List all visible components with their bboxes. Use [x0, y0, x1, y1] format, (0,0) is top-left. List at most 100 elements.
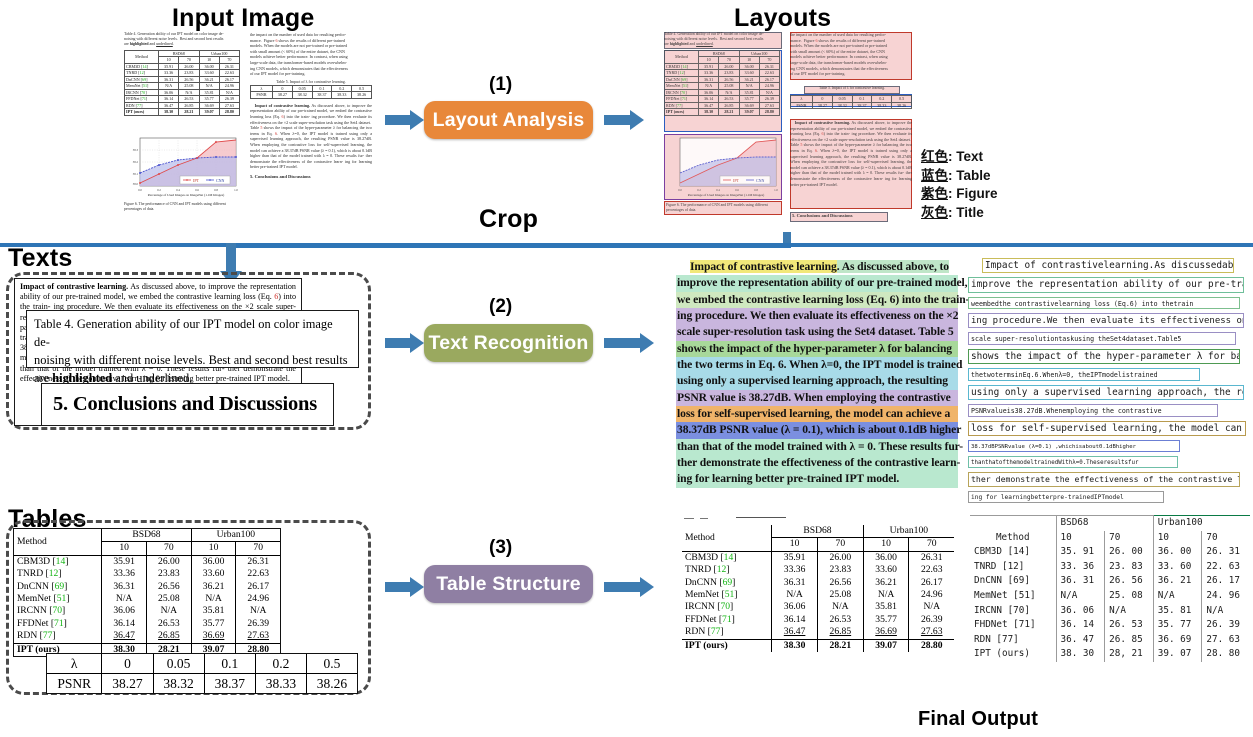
arrow-texts-to-text-recognition [385, 338, 410, 348]
final-cell-value: 36. 47 [1055, 632, 1105, 648]
page-title-texts: Texts [8, 244, 73, 272]
table-row: RDN [77] 36.47 26.85 36.69 27.63 [682, 626, 954, 640]
cell-value: N/A [862, 589, 909, 602]
final-cell-value: 24. 96 [1201, 588, 1250, 604]
final-cell-value: 26. 85 [1104, 632, 1154, 648]
legend-label-figure: Figure [956, 186, 998, 201]
final-cell-value: 26. 53 [1104, 618, 1154, 633]
table-row: TNRD [12] 33.36 23.83 33.60 22.63 [14, 568, 280, 581]
table-row: FFDNet [71] 36.14 26.53 35.77 26.39 [682, 613, 954, 627]
arrow-input-to-layout-analysis [385, 115, 410, 125]
svg-text:38.3: 38.3 [133, 148, 139, 152]
cell-value: 26.56 [145, 580, 192, 594]
table5-cell: 38.37 [203, 673, 256, 693]
final-cell-value: 36. 21 [1152, 574, 1202, 589]
cell-value: 36.14 [101, 617, 147, 631]
table-structure-residual-lines [682, 515, 954, 525]
section-heading-conclusions: 5. Conclusions and Discussions [250, 173, 311, 179]
table5-row: λ 0 0.05 0.1 0.2 0.5 [47, 654, 357, 674]
process-text-recognition[interactable]: Text Recognition [424, 324, 593, 362]
svg-text:0.6: 0.6 [735, 188, 739, 192]
arrow-head-layout-to-layouts [630, 110, 644, 130]
table5-row: PSNR 38.27 38.32 38.37 38.33 38.26 [47, 673, 357, 693]
legend-sep-0: : [948, 149, 957, 164]
header-bsd68: BSD68 [771, 525, 864, 539]
final-cell-value: 38. 30 [1055, 647, 1105, 662]
layout-doc-content-right: the impact on the number of used data fo… [790, 32, 913, 218]
final-output-table-wrap: BSD68 Urban100 Method 10 70 10 70 CBM3D [14] 35.… [970, 514, 1250, 662]
final-cell-method: IRCNN [70] [974, 604, 1030, 616]
table-row: IRCNN [70] 36.06 N/A 35.81 N/A [682, 601, 954, 614]
header-noise-level: 70 [908, 537, 954, 552]
cell-value: 36.14 [771, 613, 818, 627]
svg-text:IPT: IPT [193, 178, 200, 183]
process-table-structure[interactable]: Table Structure [424, 565, 593, 603]
cell-method: CBM3D [14] [14, 554, 102, 569]
ocr-text-line-box: shows the impact of the hyper-parameter … [968, 348, 1240, 365]
ocr-highlight-line: PSNR value is 38.27dB. When employing th… [676, 389, 958, 407]
ocr-highlight-line: we embed the contrastive learning loss (… [676, 291, 969, 309]
final-cell-value: 26. 00 [1104, 545, 1154, 560]
final-cell-value: 26. 39 [1201, 618, 1250, 633]
final-cell-method: RDN [77] [974, 633, 1019, 645]
cell-value: 33.36 [771, 564, 818, 577]
table-row: IPT (ours) 38.30 28.21 39.07 28.80 [682, 638, 954, 653]
cell-method: TNRD [12] [685, 564, 730, 576]
cell-value: 23.83 [145, 568, 192, 581]
cell-value: 36.00 [190, 554, 236, 569]
cell-value: 22.63 [908, 564, 954, 577]
table4-preview: Method BSD68 Urban100 10 70 10 70 CBM3D [14] 3… [124, 49, 241, 116]
final-header-noise-level: 10 [1055, 530, 1105, 546]
final-table-row: CBM3D [14] 35. 91 26. 00 36. 00 26. 31 [970, 545, 1250, 560]
cell-value: N/A [908, 601, 954, 614]
cell-value: 26.53 [145, 617, 192, 631]
ocr-highlight-line: loss for self-supervised learning, the m… [676, 406, 958, 423]
final-cell-value: 26. 56 [1104, 574, 1154, 589]
cell-value: N/A [771, 589, 818, 602]
arrow-head-tables-to-step3 [410, 577, 424, 597]
header-noise-level: 10 [101, 541, 147, 556]
legend-sep-1: : [948, 167, 957, 183]
final-header-row-groups: BSD68 Urban100 [970, 514, 1250, 531]
final-output-table: BSD68 Urban100 Method 10 70 10 70 CBM3D [14] 35.… [970, 514, 1250, 662]
final-header-urban100: Urban100 [1152, 514, 1250, 531]
cell-value: N/A [235, 605, 280, 618]
final-cell-value: 33. 36 [1055, 559, 1105, 575]
legend-item-figure: 紫色: Figure [921, 185, 998, 204]
header-noise-level: 70 [816, 537, 864, 552]
cell-value: 36.69 [862, 626, 909, 640]
ocr-recognized-text-lines: Impact of contrastivelearning.As discuss… [968, 258, 1252, 507]
table5-cell: 0.05 [152, 654, 205, 674]
cell-value: 36.21 [190, 580, 236, 594]
final-cell-value: 36. 69 [1152, 632, 1202, 648]
process-layout-analysis[interactable]: Layout Analysis [424, 101, 593, 139]
legend-item-table: 蓝色: Table [921, 167, 998, 186]
svg-text:Percentage of Used Images on I: Percentage of Used Images on ImageNet (1… [688, 193, 764, 197]
table4-snippet-grid: Method BSD68 Urban100 10 70 10 70 CBM3D [14] 35.… [14, 529, 280, 657]
page-title-input-image: Input Image [172, 4, 315, 32]
final-table-row: DnCNN [69] 36. 31 26. 56 36. 21 26. 17 [970, 574, 1250, 589]
final-cell-value: 35. 77 [1152, 618, 1202, 633]
table-structure-result: Method BSD68 Urban100 10 70 10 70 CBM3D [14] 35.… [682, 515, 954, 653]
ocr-text-line-box: ther demonstrate the effectiveness of th… [968, 472, 1240, 487]
svg-text:CNN: CNN [216, 178, 225, 183]
table5-cell: 0.5 [305, 654, 357, 674]
cell-value: 39.07 [862, 638, 909, 653]
cell-value: 26.17 [235, 580, 280, 594]
cell-method: RDN [77] [17, 630, 56, 642]
table-row: TNRD [12] 33.36 23.83 33.60 22.63 [682, 564, 954, 577]
ocr-text-line-box: using only a supervised learning approac… [968, 384, 1244, 401]
header-urban100: Urban100 [862, 525, 954, 539]
final-table-row: RDN [77] 36. 47 26. 85 36. 69 27. 63 [970, 632, 1250, 648]
svg-text:0.0: 0.0 [138, 188, 142, 192]
ocr-text-line-box: scale super-resolutiontaskusing theSet4d… [968, 332, 1236, 345]
final-cell-method: MemNet [51] [974, 589, 1036, 601]
cell-value: 28.80 [908, 638, 954, 653]
cell-method: IRCNN [70] [685, 601, 734, 613]
svg-text:0.0: 0.0 [678, 188, 682, 192]
final-cell-value: 35. 91 [1055, 545, 1105, 560]
text-snippet-section-heading: 5. Conclusions and Discussions [41, 383, 334, 426]
cell-value: 28.21 [816, 638, 864, 653]
ocr-highlight-line: the two terms in Eq. 6. When λ=0, the IP… [676, 357, 962, 374]
figure6-chart-svg: IPT CNN 0.0 0.2 0.4 0.6 0.8 1.0 Percentage o… [133, 137, 238, 197]
